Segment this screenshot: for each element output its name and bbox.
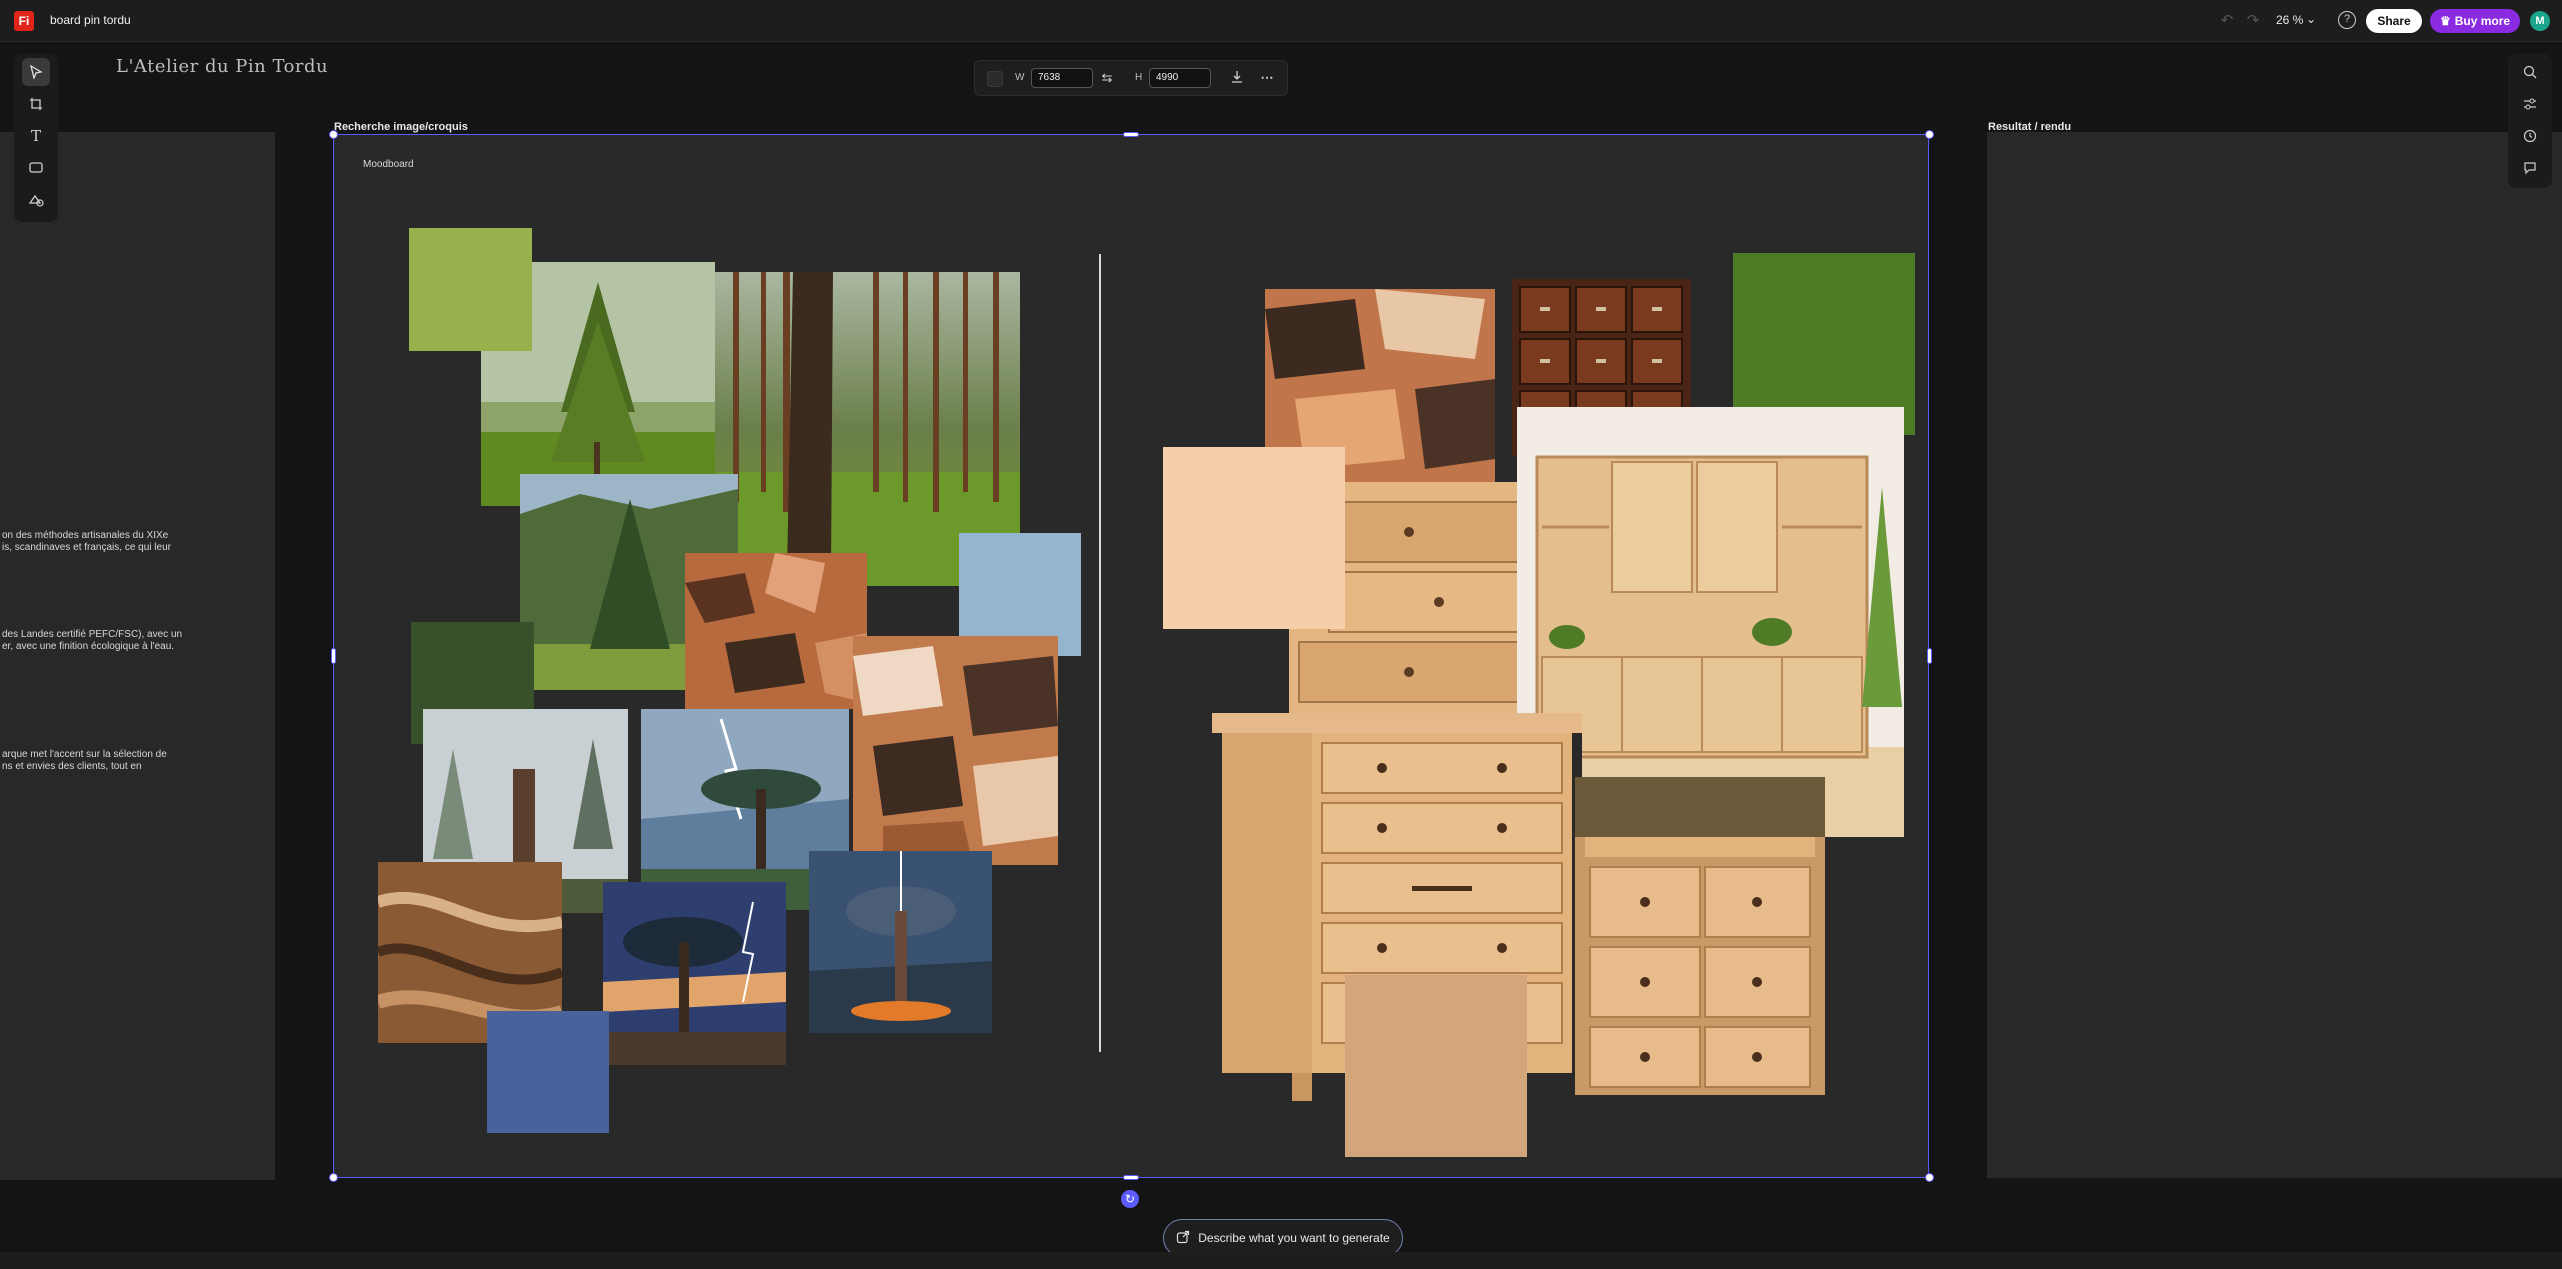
generate-icon [1176, 1230, 1190, 1247]
crown-icon: ♛ [2439, 14, 2451, 28]
redo-icon[interactable]: ↷ [2244, 12, 2262, 30]
width-input[interactable]: 7638 [1031, 68, 1093, 88]
height-label: H [1135, 72, 1143, 83]
resize-handle-left[interactable] [331, 648, 336, 664]
moodboard-label: Moodboard [363, 159, 414, 170]
generate-prompt-text: Describe what you want to generate [1198, 1231, 1390, 1245]
zoom-level[interactable]: 26 % [2276, 13, 2303, 27]
divider-line[interactable] [1099, 254, 1101, 1052]
adjustments-icon[interactable] [2516, 90, 2544, 118]
brand-title[interactable]: L'Atelier du Pin Tordu [116, 56, 328, 77]
more-options-icon[interactable]: ⋯ [1259, 70, 1275, 86]
properties-bar: W 7638 ⇆ H 4990 ⋯ [974, 60, 1288, 96]
select-arrow-icon[interactable] [22, 58, 50, 86]
text-tool-icon[interactable]: T [22, 122, 50, 150]
swatch-lime-green[interactable] [409, 228, 532, 351]
right-toolbar [2508, 54, 2552, 188]
swatch-tan[interactable] [1345, 975, 1527, 1157]
left-toolbar: T [14, 54, 58, 222]
buy-more-button[interactable]: ♛ Buy more [2430, 9, 2520, 33]
main-board-label[interactable]: Recherche image/croquis [334, 121, 468, 133]
app-logo[interactable]: Fi [14, 11, 34, 31]
resize-handle-bottom[interactable] [1123, 1175, 1139, 1180]
undo-icon[interactable]: ↶ [2218, 12, 2236, 30]
download-icon[interactable] [1229, 70, 1245, 86]
width-label: W [1015, 72, 1025, 83]
buy-more-label: Buy more [2454, 14, 2511, 28]
image-lightning-pine-2[interactable] [603, 882, 786, 1065]
frame-crop-icon[interactable] [22, 90, 50, 118]
share-button[interactable]: Share [2366, 9, 2422, 33]
top-bar: Fi board pin tordu ↶ ↷ 26 % ⌄ ? Share ♛ … [0, 0, 2562, 42]
fill-color-swatch[interactable] [987, 71, 1003, 87]
chevron-down-icon[interactable]: ⌄ [2306, 12, 2316, 26]
bottom-strip [0, 1252, 2562, 1269]
resize-handle-right[interactable] [1927, 648, 1932, 664]
resize-handle-top[interactable] [1123, 132, 1139, 137]
image-lone-tree[interactable] [809, 851, 992, 1033]
left-artboard[interactable] [0, 132, 275, 1180]
generative-fill-icon[interactable] [22, 186, 50, 214]
side-text-2: des Landes certifié PEFC/FSC), avec un e… [2, 629, 183, 652]
resize-handle-bottom-right[interactable] [1925, 1173, 1934, 1182]
height-input[interactable]: 4990 [1149, 68, 1211, 88]
right-artboard[interactable] [1987, 132, 2562, 1178]
image-pine-bark-1[interactable] [685, 553, 867, 709]
image-pine-bark-2[interactable] [853, 636, 1058, 865]
avatar[interactable]: M [2530, 11, 2550, 31]
rectangle-tool-icon[interactable] [22, 154, 50, 182]
document-title[interactable]: board pin tordu [50, 13, 131, 27]
swap-dimensions-icon[interactable]: ⇆ [1099, 70, 1115, 86]
swatch-peach[interactable] [1163, 447, 1345, 629]
help-icon[interactable]: ? [2338, 11, 2356, 29]
resize-handle-top-left[interactable] [329, 130, 338, 139]
side-text-1: on des méthodes artisanales du XIXe is, … [2, 530, 171, 553]
comment-icon[interactable] [2516, 154, 2544, 182]
resize-handle-top-right[interactable] [1925, 130, 1934, 139]
history-icon[interactable] [2516, 122, 2544, 150]
image-pine-chest-small[interactable] [1575, 777, 1825, 1095]
rotate-icon[interactable]: ↻ [1121, 1190, 1139, 1208]
side-text-3: arque met l'accent sur la sélection de n… [2, 749, 167, 772]
swatch-slate-blue[interactable] [487, 1011, 609, 1133]
search-icon[interactable] [2516, 58, 2544, 86]
resize-handle-bottom-left[interactable] [329, 1173, 338, 1182]
